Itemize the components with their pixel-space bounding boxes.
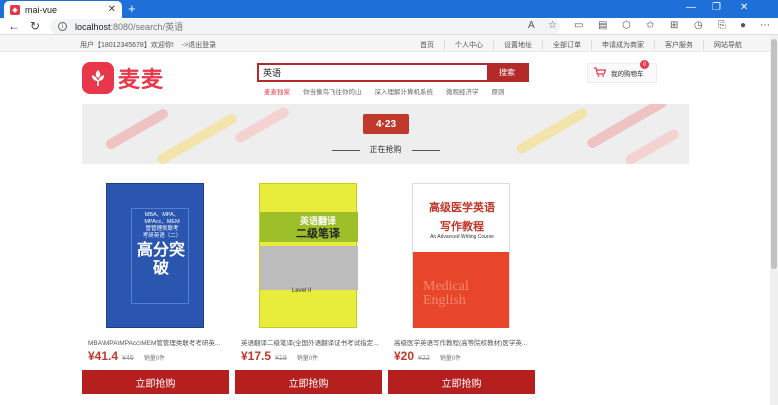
hotword-item[interactable]: 原则 [492, 86, 505, 96]
hotword-item[interactable]: 你当像鸟飞往你的山 [303, 86, 362, 96]
original-price: ¥19 [275, 355, 287, 362]
product-price-row: ¥41.4 ¥46 销量0件 [88, 349, 165, 363]
history-icon[interactable]: ◷ [694, 20, 703, 31]
banner-date-badge: 4·23 [363, 114, 409, 134]
maximize-icon[interactable]: ❐ [712, 2, 721, 13]
banner-line-right [412, 150, 440, 151]
cart-button[interactable]: 我的购物车 0 [587, 60, 657, 83]
sidebar-icon[interactable]: ⊞ [670, 20, 678, 31]
favorites-icon[interactable]: ✩ [646, 20, 654, 31]
banner-decoration [155, 112, 239, 164]
cover-text: 写作教程 [440, 221, 484, 233]
scrollbar-thumb[interactable] [771, 39, 777, 269]
wheat-logo-icon [82, 62, 114, 94]
search-box: 搜索 [257, 63, 529, 82]
promo-banner[interactable]: 4·23 正在抢购 [82, 104, 689, 164]
nav-home[interactable]: 首页 [410, 40, 444, 50]
nav-orders[interactable]: 全部订单 [542, 40, 591, 50]
back-icon[interactable]: ← [8, 19, 20, 33]
profile-icon[interactable]: ● [740, 20, 746, 31]
cover-photo-area [260, 246, 358, 290]
sales-count: 销量0件 [296, 356, 319, 362]
collections-icon[interactable]: ▤ [598, 20, 607, 31]
product-name[interactable]: MBA\MPA\MPAcc\MEM管管理类联考考研英... [88, 337, 230, 347]
product-name[interactable]: 英语翻译二级笔译(全国外语翻译证书考试指定... [241, 337, 383, 347]
hotword-item[interactable]: 深入理解计算机系统 [375, 86, 434, 96]
cart-count-badge: 0 [640, 60, 649, 69]
nav-profile[interactable]: 个人中心 [444, 40, 493, 50]
nav-merchant[interactable]: 申请成为商家 [591, 40, 654, 50]
tab-close-icon[interactable]: ✕ [108, 4, 116, 15]
site-logo[interactable]: 麦麦 [82, 62, 164, 94]
cover-level-text: Level II [292, 288, 312, 294]
product-price-row: ¥20 ¥22 销量0件 [394, 349, 461, 363]
url-host: localhost [75, 21, 111, 32]
site-info-icon[interactable]: i [58, 22, 67, 31]
product-cover-image[interactable]: 英语翻译 二级笔译 Level II [259, 183, 358, 328]
buy-now-button[interactable]: 立即抢购 [388, 370, 535, 394]
sales-count: 销量0件 [143, 356, 166, 362]
current-price: ¥41.4 [88, 349, 119, 363]
buy-now-button[interactable]: 立即抢购 [82, 370, 229, 394]
buy-now-button[interactable]: 立即抢购 [235, 370, 382, 394]
reload-icon[interactable]: ↻ [30, 19, 40, 33]
sales-count: 销量0件 [439, 356, 462, 362]
product-cover-image[interactable]: MBA、MPA、 MPAcc、MEM 管管理类联考 考研英语（二） 高分突破 [106, 183, 204, 328]
cart-icon [594, 67, 607, 79]
cover-text: 二级笔译 [296, 228, 340, 240]
tab-favicon-icon: ◆ [10, 4, 20, 15]
more-icon[interactable]: ⋯ [760, 20, 770, 31]
product-name[interactable]: 高级医学英语写作教程(高等院校教材)医学英... [394, 337, 536, 347]
top-nav: 用户【18012345678】欢迎你! ->退出登录 首页 个人中心 设置地址 … [0, 35, 770, 52]
site-header: 麦麦 搜索 麦麦独家 你当像鸟飞往你的山 深入理解计算机系统 微观经济学 原则 … [0, 52, 770, 107]
hotword-item[interactable]: 微观经济学 [446, 86, 479, 96]
banner-title: 正在抢购 [369, 145, 402, 154]
page-viewport: 用户【18012345678】欢迎你! ->退出登录 首页 个人中心 设置地址 … [0, 35, 770, 405]
new-tab-icon[interactable]: + [128, 1, 136, 16]
product-card[interactable]: MBA、MPA、 MPAcc、MEM 管管理类联考 考研英语（二） 高分突破 M… [82, 175, 229, 395]
product-price-row: ¥17.5 ¥19 销量0件 [241, 349, 318, 363]
user-greeting: 用户【18012345678】欢迎你! [80, 42, 174, 49]
browser-titlebar: ◆ mai-vue ✕ + — ❐ ✕ [0, 0, 778, 18]
nav-service[interactable]: 客户服务 [654, 40, 703, 50]
product-card[interactable]: 高级医学英语 写作教程 An Advanced Writing Course M… [388, 175, 535, 395]
cover-text: MBA、MPA、 MPAcc、MEM 管管理类联考 考研英语（二） [142, 212, 182, 239]
nav-sitemap[interactable]: 网站导航 [703, 40, 752, 50]
downloads-icon[interactable]: ⎘ [718, 20, 726, 31]
current-price: ¥20 [394, 349, 415, 363]
cover-big-text: 高分突破 [136, 242, 185, 277]
original-price: ¥46 [122, 355, 134, 362]
search-input[interactable] [259, 65, 489, 80]
original-price: ¥22 [418, 355, 430, 362]
product-list: MBA、MPA、 MPAcc、MEM 管管理类联考 考研英语（二） 高分突破 M… [0, 175, 770, 405]
banner-decoration [233, 105, 291, 145]
browser-tab[interactable]: ◆ mai-vue ✕ [4, 1, 122, 18]
page-scrollbar[interactable] [770, 35, 778, 405]
extension-icon[interactable]: ⬡ [622, 20, 631, 31]
search-button[interactable]: 搜索 [487, 65, 527, 80]
cover-text: 高级医学英语 [429, 202, 495, 214]
address-toolbar: ← ↻ i localhost:8080/search/英语 A ☆ ▭ ▤ ⬡… [0, 18, 778, 35]
product-card[interactable]: 英语翻译 二级笔译 Level II 英语翻译二级笔译(全国外语翻译证书考试指定… [235, 175, 382, 395]
top-nav-links: 首页 个人中心 设置地址 全部订单 申请成为商家 客户服务 网站导航 [410, 40, 752, 50]
logo-text: 麦麦 [118, 67, 165, 92]
window-close-icon[interactable]: ✕ [740, 2, 748, 13]
minimize-icon[interactable]: — [686, 2, 696, 13]
cover-subtitle: An Advanced Writing Course [430, 234, 494, 240]
favorite-star-icon[interactable]: ☆ [548, 20, 557, 31]
tab-title: mai-vue [25, 4, 58, 15]
current-price: ¥17.5 [241, 349, 272, 363]
nav-address[interactable]: 设置地址 [493, 40, 542, 50]
logout-link[interactable]: ->退出登录 [182, 42, 216, 49]
read-aloud-icon[interactable]: A [528, 20, 535, 31]
hotword-item[interactable]: 麦麦独家 [264, 86, 290, 96]
url-bar[interactable]: i localhost:8080/search/英语 [50, 19, 560, 34]
split-screen-icon[interactable]: ▭ [574, 20, 583, 31]
product-cover-image[interactable]: 高级医学英语 写作教程 An Advanced Writing Course M… [412, 183, 510, 328]
url-path: :8080/search/英语 [110, 22, 184, 32]
cover-watermark: Medical English [423, 279, 469, 308]
cart-label: 我的购物车 [611, 71, 644, 78]
hot-keywords: 麦麦独家 你当像鸟飞往你的山 深入理解计算机系统 微观经济学 原则 [264, 86, 505, 96]
